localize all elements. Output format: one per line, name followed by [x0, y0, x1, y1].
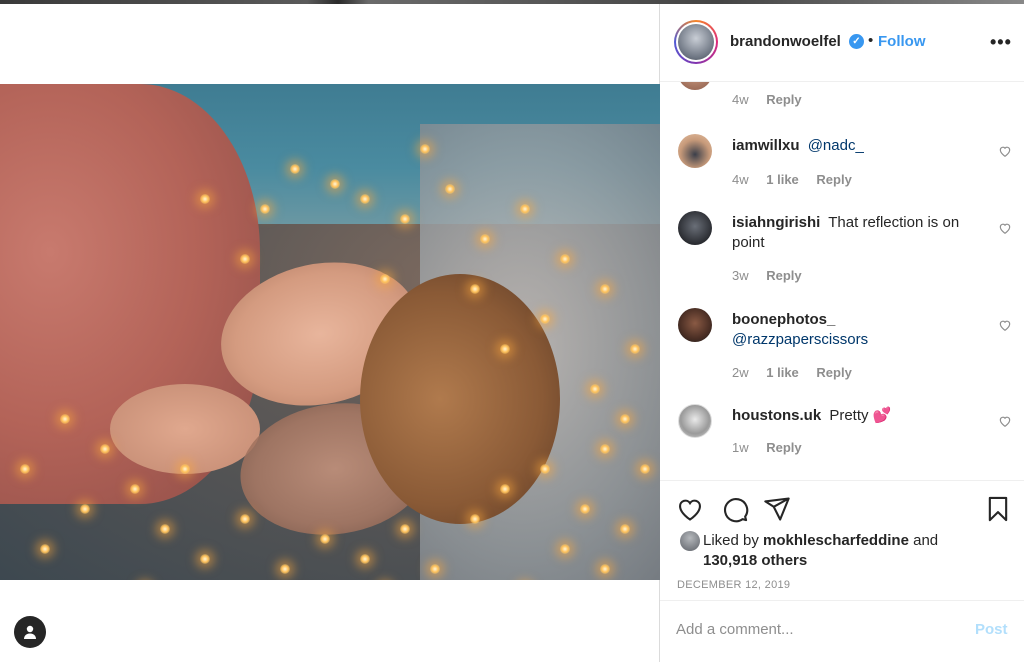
comment-avatar[interactable] [678, 82, 712, 90]
like-heart-icon[interactable] [676, 495, 704, 523]
comment-avatar[interactable] [678, 308, 712, 342]
comment-meta: 4w 1 like Reply [732, 172, 852, 187]
reply-button[interactable]: Reply [816, 172, 851, 187]
comment-avatar[interactable] [678, 404, 712, 438]
comment-mention[interactable]: @razzpaperscissors [732, 331, 868, 348]
comment-avatar[interactable] [678, 134, 712, 168]
post-side-panel: brandonwoelfel ✓ • Follow ••• 4w Reply i… [660, 4, 1024, 662]
comments-list[interactable]: 4w Reply iamwillxu @nadc_ 4w 1 like Repl… [660, 82, 1024, 480]
reply-button[interactable]: Reply [766, 440, 801, 455]
comment-meta: 3w Reply [732, 268, 802, 283]
verified-badge-icon: ✓ [849, 34, 864, 49]
liker-username[interactable]: mokhlescharfeddine [763, 532, 909, 549]
like-comment-icon[interactable] [998, 221, 1012, 235]
author-username[interactable]: brandonwoelfel [730, 33, 841, 50]
comment-meta: 2w 1 like Reply [732, 365, 852, 380]
tagged-people-icon[interactable] [14, 616, 46, 648]
likes-count-link[interactable]: 130,918 others [703, 552, 807, 569]
comment-meta: 4w Reply [732, 92, 802, 107]
save-bookmark-icon[interactable] [984, 495, 1012, 523]
author-avatar[interactable] [674, 20, 718, 64]
comment-username[interactable]: boonephotos_ [732, 311, 835, 328]
comment-mention[interactable]: @nadc_ [808, 137, 864, 154]
reply-button[interactable]: Reply [816, 365, 851, 380]
follow-button[interactable]: Follow [878, 33, 926, 50]
comment-likes[interactable]: 1 like [766, 172, 799, 187]
share-send-icon[interactable] [763, 495, 791, 523]
comment-composer: Post [660, 600, 1024, 662]
post-header: brandonwoelfel ✓ • Follow ••• [660, 4, 1024, 82]
like-comment-icon[interactable] [998, 318, 1012, 332]
likes-summary: Liked by mokhlescharfeddine and 130,918 … [680, 531, 1000, 571]
comment-username[interactable]: houstons.uk [732, 407, 821, 424]
like-comment-icon[interactable] [998, 144, 1012, 158]
comment-username[interactable]: isiahngirishi [732, 214, 820, 231]
comment-text: Pretty 💕 [829, 407, 892, 424]
comment-meta: 1w Reply [732, 440, 802, 455]
comment-likes[interactable]: 1 like [766, 365, 799, 380]
add-comment-input[interactable] [676, 617, 946, 641]
like-comment-icon[interactable] [998, 414, 1012, 428]
reply-button[interactable]: Reply [766, 268, 801, 283]
comment-username[interactable]: iamwillxu [732, 137, 800, 154]
post-date[interactable]: DECEMBER 12, 2019 [677, 579, 790, 591]
reply-button[interactable]: Reply [766, 92, 801, 107]
liker-avatar[interactable] [680, 531, 700, 551]
more-options-icon[interactable]: ••• [990, 32, 1012, 53]
comment-bubble-icon[interactable] [721, 495, 749, 523]
media-area [0, 4, 660, 662]
post-photo[interactable] [0, 84, 660, 580]
separator-dot: • [868, 32, 874, 49]
comment-avatar[interactable] [678, 211, 712, 245]
post-comment-button[interactable]: Post [975, 621, 1008, 638]
